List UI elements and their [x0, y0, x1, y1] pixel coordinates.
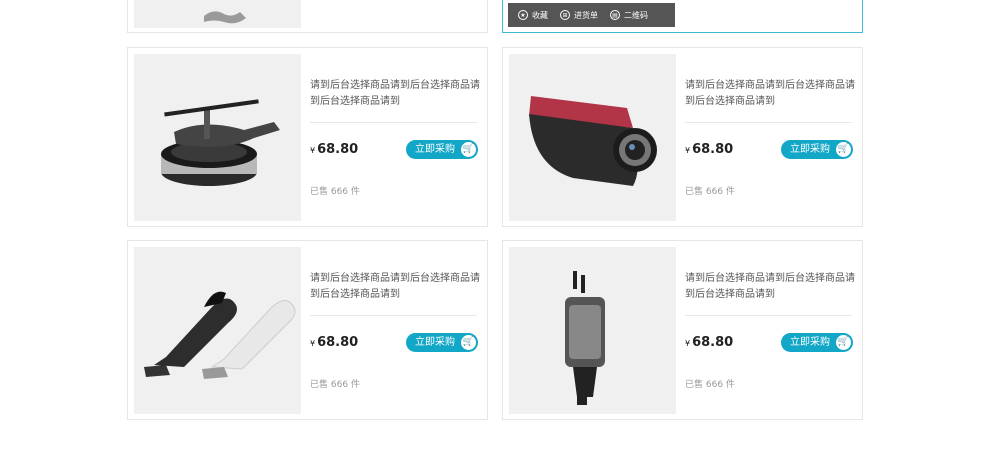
product-price: ¥68.80: [310, 142, 358, 157]
price-value: 68.80: [317, 335, 359, 350]
sold-count: 已售 666 件: [310, 380, 360, 390]
buy-now-label: 立即采购: [790, 144, 830, 155]
air-freshener-image: [161, 99, 280, 186]
favorite-label: 收藏: [532, 10, 548, 20]
currency-symbol: ¥: [310, 146, 316, 155]
qrcode-icon: ▤: [610, 10, 620, 20]
product-price: ¥68.80: [310, 335, 358, 350]
divider: [685, 315, 852, 316]
buy-now-label: 立即采购: [790, 337, 830, 348]
product-price: ¥68.80: [685, 335, 733, 350]
qrcode-button[interactable]: ▤ 二维码: [610, 10, 648, 21]
product-image-partial: [134, 0, 301, 28]
price-value: 68.80: [692, 335, 734, 350]
qrcode-label: 二维码: [624, 10, 648, 20]
product-title[interactable]: 请到后台选择商品请到后台选择商品请到后台选择商品请到: [685, 271, 861, 303]
buy-now-label: 立即采购: [415, 337, 455, 348]
sold-count: 已售 666 件: [310, 187, 360, 197]
sold-count: 已售 666 件: [685, 187, 735, 197]
order-list-label: 进货单: [574, 10, 598, 20]
product-card[interactable]: 请到后台选择商品请到后台选择商品请到后台选择商品请到 ¥68.80 立即采购 🛒…: [127, 240, 488, 420]
product-card-partial-left[interactable]: [127, 0, 488, 33]
buy-now-button[interactable]: 立即采购 🛒: [406, 333, 478, 352]
add-to-order-list-button[interactable]: ⊞ 进货单: [560, 10, 598, 21]
cart-icon: ⊞: [560, 10, 570, 20]
star-icon: ★: [518, 10, 528, 20]
product-title[interactable]: 请到后台选择商品请到后台选择商品请到后台选择商品请到: [310, 271, 486, 303]
product-image[interactable]: [134, 247, 301, 414]
favorite-button[interactable]: ★ 收藏: [518, 10, 548, 21]
product-image[interactable]: [509, 247, 676, 414]
currency-symbol: ¥: [685, 146, 691, 155]
buy-now-label: 立即采购: [415, 144, 455, 155]
cart-icon: 🛒: [461, 142, 476, 157]
price-value: 68.80: [692, 142, 734, 157]
buy-now-button[interactable]: 立即采购 🛒: [781, 140, 853, 159]
price-value: 68.80: [317, 142, 359, 157]
divider: [310, 122, 477, 123]
car-charger-image: [565, 271, 605, 405]
divider: [685, 122, 852, 123]
currency-symbol: ¥: [685, 339, 691, 348]
sold-count: 已售 666 件: [685, 380, 735, 390]
cart-icon: 🛒: [836, 142, 851, 157]
currency-symbol: ¥: [310, 339, 316, 348]
cart-icon: 🛒: [836, 335, 851, 350]
hover-toolbar: ★ 收藏 ⊞ 进货单 ▤ 二维码: [508, 3, 675, 27]
product-image[interactable]: [134, 54, 301, 221]
product-card[interactable]: 请到后台选择商品请到后台选择商品请到后台选择商品请到 ¥68.80 立即采购 🛒…: [127, 47, 488, 227]
product-card[interactable]: 请到后台选择商品请到后台选择商品请到后台选择商品请到 ¥68.80 立即采购 🛒…: [502, 47, 863, 227]
product-card[interactable]: 请到后台选择商品请到后台选择商品请到后台选择商品请到 ¥68.80 立即采购 🛒…: [502, 240, 863, 420]
cart-icon: 🛒: [461, 335, 476, 350]
product-title[interactable]: 请到后台选择商品请到后台选择商品请到后台选择商品请到: [310, 78, 486, 110]
buy-now-button[interactable]: 立即采购 🛒: [781, 333, 853, 352]
divider: [310, 315, 477, 316]
vacuum-image: [144, 291, 296, 379]
product-title[interactable]: 请到后台选择商品请到后台选择商品请到后台选择商品请到: [685, 78, 861, 110]
dash-camera-image: [529, 96, 657, 186]
product-price: ¥68.80: [685, 142, 733, 157]
product-image-art: [204, 11, 246, 24]
product-image[interactable]: [509, 54, 676, 221]
buy-now-button[interactable]: 立即采购 🛒: [406, 140, 478, 159]
